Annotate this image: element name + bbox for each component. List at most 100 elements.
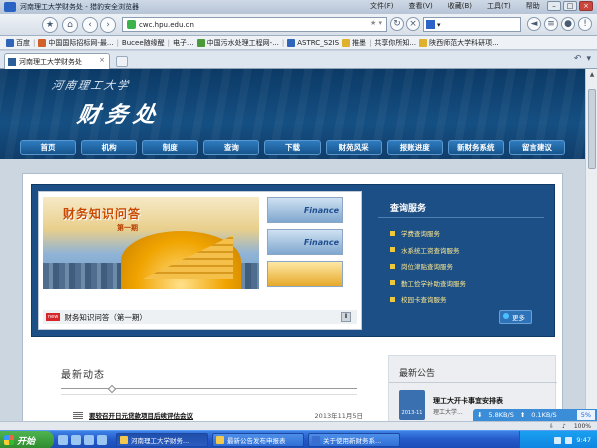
tab-active[interactable]: 河南理工大学财务处 × bbox=[4, 53, 110, 69]
slide-thumbnail[interactable]: Finance bbox=[267, 197, 343, 223]
security-shield-icon bbox=[127, 20, 136, 29]
query-item[interactable]: 勤工俭学补助查询服务 bbox=[390, 275, 466, 292]
nav-home[interactable]: 首页 bbox=[20, 140, 77, 155]
slide-thumbnail[interactable] bbox=[267, 261, 343, 287]
bookmark-bucee[interactable]: Bucee随缘醒 bbox=[122, 38, 165, 48]
bookmark-bidding[interactable]: 中国国际招标网-最... bbox=[38, 38, 114, 48]
clock[interactable]: 9:47 bbox=[576, 436, 591, 444]
minimize-button[interactable]: – bbox=[547, 1, 561, 11]
bookmark-astrc[interactable]: ASTRC_S2IS bbox=[287, 38, 339, 47]
address-dropdown-icon[interactable]: ★ ▾ bbox=[370, 19, 382, 27]
windows-logo-icon bbox=[4, 435, 14, 445]
slide-caption[interactable]: new 财务知识问答（第一期） Ⅱ bbox=[43, 310, 357, 324]
address-url: cwc.hpu.edu.cn bbox=[139, 20, 194, 29]
menu-view[interactable]: 查看(V) bbox=[409, 1, 433, 11]
bookmark-icon bbox=[38, 38, 47, 47]
scroll-up-icon[interactable]: ▲ bbox=[588, 71, 596, 79]
bookmark-icon bbox=[287, 38, 296, 47]
site-nav: 首页 机构 制度 查询 下载 财苑风采 报账进度 新财务系统 留言建议 bbox=[20, 140, 565, 157]
network-speed-widget[interactable]: ⬇ 5.8KB/S ⬆ 0.1KB/S 5% bbox=[473, 409, 597, 421]
nav-new-finance-system[interactable]: 新财务系统 bbox=[447, 140, 504, 155]
query-item[interactable]: 水系统工资查询服务 bbox=[390, 242, 466, 259]
download-icon[interactable]: ⇩ bbox=[549, 423, 554, 430]
menu-help[interactable]: 帮助 bbox=[526, 1, 540, 11]
stop-icon[interactable]: × bbox=[406, 17, 420, 31]
nav-query[interactable]: 查询 bbox=[203, 140, 260, 155]
divider-diamond-icon bbox=[107, 384, 117, 394]
announcement-subtitle: 理工大学... bbox=[433, 409, 463, 416]
tab-tools: ↶ ▾ bbox=[574, 54, 591, 64]
menu-favorites[interactable]: 收藏(B) bbox=[448, 1, 472, 11]
bookmark-baidu[interactable]: 百度 bbox=[6, 38, 30, 48]
news-item-title[interactable]: 要较召开日元贷款项目后续评估会议 bbox=[89, 410, 193, 420]
nav-download[interactable]: 下载 bbox=[264, 140, 321, 155]
query-item[interactable]: 岗位津贴查询服务 bbox=[390, 258, 466, 275]
announcement-title[interactable]: 理工大开卡事宜安排表 bbox=[433, 396, 503, 406]
pause-button[interactable]: Ⅱ bbox=[341, 312, 351, 322]
scroll-thumb[interactable] bbox=[588, 89, 596, 169]
browser-statusbar: ⇩ ♪ 100% bbox=[0, 421, 597, 430]
vertical-scrollbar[interactable]: ▲ ▼ bbox=[585, 69, 597, 428]
nav-regulations[interactable]: 制度 bbox=[142, 140, 199, 155]
slide-thumbnail[interactable]: Finance bbox=[267, 229, 343, 255]
upload-speed: 0.1KB/S bbox=[531, 411, 557, 419]
tab-close-icon[interactable]: × bbox=[99, 56, 105, 64]
zoom-level[interactable]: 100% bbox=[574, 423, 591, 430]
calendar-icon: 2013-11 bbox=[399, 390, 425, 420]
query-item[interactable]: 学费查询服务 bbox=[390, 225, 466, 242]
new-tab-button[interactable] bbox=[116, 56, 128, 67]
bullet-icon bbox=[390, 263, 395, 269]
desktop-icon[interactable] bbox=[71, 435, 81, 445]
nav-reimbursement-progress[interactable]: 报账进度 bbox=[386, 140, 443, 155]
user-icon[interactable]: ● bbox=[561, 17, 575, 31]
bullet-icon bbox=[390, 280, 395, 286]
bookmark-snnu[interactable]: 陕西师范大学科研项... bbox=[419, 38, 499, 48]
bookmark-share[interactable]: 共享你所知... bbox=[374, 38, 416, 48]
tab-list-icon[interactable]: ▾ bbox=[586, 54, 591, 64]
media-icon[interactable] bbox=[84, 435, 94, 445]
system-tray: 9:47 bbox=[519, 431, 597, 448]
bookmark-tuimo[interactable]: 推墨 bbox=[342, 38, 366, 48]
menu-icon[interactable]: ≡ bbox=[544, 17, 558, 31]
bookmark-wastewater[interactable]: 中国污水处理工程网-... bbox=[196, 38, 279, 48]
refresh-icon[interactable]: ↻ bbox=[390, 17, 404, 31]
taskbar-item-announcement[interactable]: 最新公告发布申报表 bbox=[212, 433, 304, 447]
site-favicon bbox=[8, 57, 16, 66]
update-icon[interactable]: ! bbox=[578, 17, 592, 31]
more-button[interactable]: 更多 bbox=[499, 310, 532, 324]
undo-close-icon[interactable]: ↶ bbox=[574, 54, 582, 64]
maximize-button[interactable]: □ bbox=[563, 1, 577, 11]
start-button[interactable]: 开始 bbox=[0, 431, 54, 448]
search-dropdown-icon[interactable]: ▾ bbox=[437, 21, 441, 29]
download-speed: 5.8KB/S bbox=[488, 411, 514, 419]
nav-organization[interactable]: 机构 bbox=[81, 140, 138, 155]
home-icon[interactable]: ⌂ bbox=[62, 17, 78, 33]
windows-taskbar: 开始 河南理工大学财务... 最新公告发布申报表 关于使用新财务系... 9:4… bbox=[0, 430, 597, 448]
ie-icon[interactable] bbox=[58, 435, 68, 445]
volume-icon[interactable]: ♪ bbox=[562, 423, 566, 430]
news-title: 最新动态 bbox=[61, 370, 105, 381]
back-button[interactable]: ‹ bbox=[82, 17, 98, 33]
menu-tools[interactable]: 工具(T) bbox=[487, 1, 511, 11]
query-item[interactable]: 校园卡查询服务 bbox=[390, 291, 466, 308]
favorites-star-icon[interactable]: ★ bbox=[42, 17, 58, 33]
more-icon bbox=[503, 313, 509, 319]
nav-feedback[interactable]: 留言建议 bbox=[508, 140, 565, 155]
menu-file[interactable]: 文件(F) bbox=[370, 1, 394, 11]
browser-icon[interactable] bbox=[97, 435, 107, 445]
search-input[interactable]: ▾ bbox=[423, 17, 521, 32]
network-icon[interactable] bbox=[554, 436, 562, 444]
nav-gallery[interactable]: 财苑风采 bbox=[325, 140, 382, 155]
main-content: 财务知识问答 第一期 Finance Finance new 财务知识问答（第一… bbox=[22, 173, 563, 428]
search-engine-icon bbox=[426, 20, 435, 29]
slide-image[interactable]: 财务知识问答 第一期 bbox=[43, 197, 259, 289]
taskbar-item-browser[interactable]: 河南理工大学财务... bbox=[116, 433, 208, 447]
address-bar[interactable]: cwc.hpu.edu.cn ★ ▾ bbox=[122, 17, 387, 32]
bookmark-electronic[interactable]: 电子... bbox=[173, 38, 194, 48]
forward-button[interactable]: › bbox=[100, 17, 116, 33]
close-button[interactable]: × bbox=[579, 1, 593, 11]
news-item[interactable]: 要较召开日元贷款项目后续评估会议 2013年11月5日 bbox=[73, 410, 363, 420]
taskbar-item-document[interactable]: 关于使用新财务系... bbox=[308, 433, 400, 447]
security-icon[interactable] bbox=[565, 436, 573, 444]
mute-icon[interactable]: ◄ bbox=[527, 17, 541, 31]
